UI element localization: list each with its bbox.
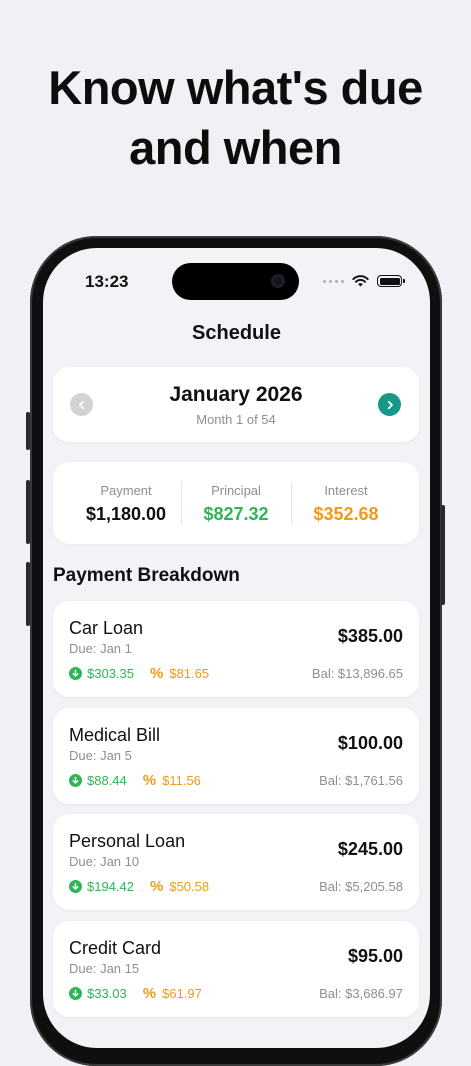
headline-line-1: Know what's due	[48, 61, 423, 114]
arrow-down-circle-icon	[69, 880, 82, 893]
payment-due-date: Due: Jan 5	[69, 748, 132, 763]
headline-line-2: and when	[129, 121, 342, 174]
payment-due-date: Due: Jan 1	[69, 641, 132, 656]
camera-icon	[271, 274, 285, 288]
summary-principal: Principal $827.32	[181, 462, 291, 544]
payment-amount: $245.00	[337, 839, 403, 859]
month-selector-card: January 2026 Month 1 of 54	[53, 367, 419, 442]
payment-name: Car Loan	[69, 618, 144, 638]
status-time: 13:23	[85, 272, 129, 291]
summary-principal-value: $827.32	[203, 504, 269, 524]
payment-interest: $61.97	[162, 986, 202, 1001]
dynamic-island	[172, 263, 299, 300]
payment-amount: $100.00	[337, 733, 403, 753]
payment-principal: $33.03	[87, 986, 127, 1001]
payment-card[interactable]: Personal Loan Due: Jan 10 $245.00 $194.4…	[53, 814, 419, 910]
payment-interest: $11.56	[162, 773, 201, 788]
marketing-headline: Know what's due and when	[0, 58, 471, 178]
payment-balance: Bal: $1,761.56	[319, 773, 403, 788]
summary-interest-label: Interest	[324, 483, 368, 498]
battery-icon	[377, 275, 405, 287]
payment-interest: $50.58	[169, 879, 210, 894]
payment-balance: Bal: $5,205.58	[319, 879, 403, 894]
summary-interest-value: $352.68	[313, 504, 379, 524]
payment-name: Personal Loan	[69, 831, 186, 851]
payment-split: $194.42 % $50.58	[69, 878, 209, 895]
payment-name: Credit Card	[69, 938, 162, 958]
payment-interest: $81.65	[169, 666, 210, 681]
payment-card[interactable]: Car Loan Due: Jan 1 $385.00 $303.35 % $8…	[53, 601, 419, 697]
payment-principal: $88.44	[87, 773, 127, 788]
wifi-icon	[352, 275, 369, 287]
summary-principal-label: Principal	[211, 483, 261, 498]
summary-payment: Payment $1,180.00	[71, 462, 181, 544]
section-title: Payment Breakdown	[53, 565, 240, 586]
monthly-summary-card: Payment $1,180.00 Principal $827.32 Inte…	[53, 462, 419, 544]
month-progress: Month 1 of 54	[196, 412, 276, 427]
app-screen: 13:23 Schedule January 2026 Month 1 of 5…	[43, 248, 430, 1048]
payment-balance: Bal: $13,896.65	[311, 666, 403, 681]
payment-name: Medical Bill	[69, 725, 161, 745]
arrow-down-circle-icon	[69, 667, 82, 680]
percent-icon: %	[150, 878, 164, 895]
status-indicators	[323, 275, 405, 287]
phone-action-button	[26, 412, 30, 450]
payment-due-date: Due: Jan 10	[69, 854, 140, 869]
payment-split: $88.44 % $11.56	[69, 772, 201, 789]
payment-split: $33.03 % $61.97	[69, 985, 202, 1002]
payment-card[interactable]: Medical Bill Due: Jan 5 $100.00 $88.44 %…	[53, 708, 419, 804]
signal-dots-icon	[323, 279, 344, 283]
next-month-button[interactable]	[378, 393, 401, 416]
phone-power-button	[441, 505, 445, 605]
arrow-down-circle-icon	[69, 774, 82, 787]
percent-icon: %	[142, 985, 157, 1002]
payment-due-date: Due: Jan 15	[69, 961, 140, 976]
percent-icon: %	[142, 772, 157, 789]
payment-amount: $95.00	[347, 946, 403, 966]
month-title: January 2026	[169, 383, 303, 406]
payment-split: $303.35 % $81.65	[69, 665, 209, 682]
payment-amount: $385.00	[337, 626, 403, 646]
nav-title: Schedule	[192, 322, 281, 344]
payment-balance: Bal: $3,686.97	[319, 986, 403, 1001]
summary-payment-value: $1,180.00	[85, 504, 167, 524]
phone-volume-down-button	[26, 562, 30, 626]
payment-principal: $194.42	[87, 879, 134, 894]
chevron-right-icon	[387, 400, 393, 409]
payment-card[interactable]: Credit Card Due: Jan 15 $95.00 $33.03 % …	[53, 921, 419, 1017]
percent-icon: %	[150, 665, 164, 682]
payment-principal: $303.35	[87, 666, 134, 681]
summary-payment-label: Payment	[100, 483, 152, 498]
arrow-down-circle-icon	[69, 987, 82, 1000]
summary-interest: Interest $352.68	[291, 462, 401, 544]
phone-volume-up-button	[26, 480, 30, 544]
